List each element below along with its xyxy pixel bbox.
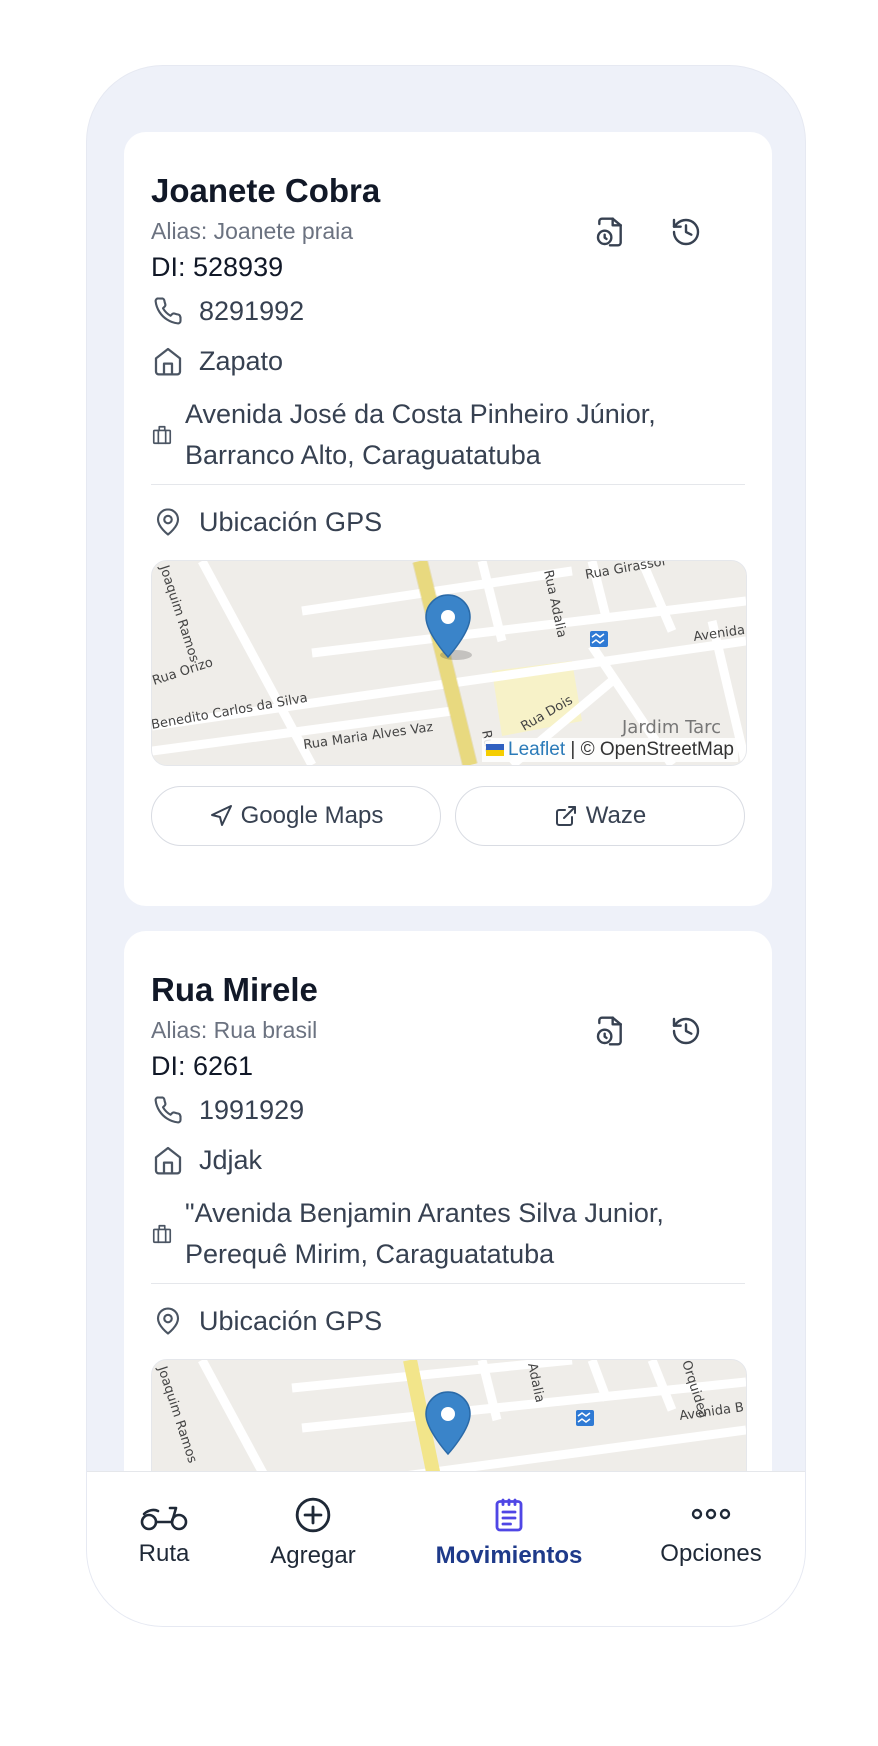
type-row: Zapato [151, 344, 283, 378]
file-clock-icon [596, 217, 622, 247]
bottom-navigation: Ruta Agregar Movimientos Opciones [87, 1471, 805, 1626]
map-tiles: Rua Girassol Rua Adalia Avenida Rua Oriz… [152, 561, 746, 765]
waterway-icon [576, 1410, 594, 1426]
nav-item-opciones[interactable]: Opciones [652, 1496, 770, 1568]
street-label: Jardim Tarc [621, 717, 721, 738]
building-icon [151, 1222, 175, 1246]
nav-label: Opciones [660, 1540, 762, 1567]
history-button[interactable] [666, 212, 706, 252]
nav-label: Agregar [270, 1542, 356, 1569]
nav-label: Movimientos [435, 1542, 583, 1569]
house-icon [151, 1143, 185, 1177]
timer-file-button[interactable] [590, 212, 630, 252]
timer-file-button[interactable] [590, 1011, 630, 1051]
phone-icon [151, 294, 185, 328]
navigation-arrow-icon [209, 804, 233, 828]
address-text: Avenida José da Costa Pinheiro Júnior, B… [185, 399, 656, 470]
building-icon [151, 423, 175, 447]
movements-list[interactable]: Joanete Cobra Alias: Joanete praia DI: 5… [87, 66, 805, 1472]
place-type: Jdjak [199, 1144, 263, 1175]
client-di: DI: 6261 [151, 1051, 254, 1081]
waze-button[interactable]: Waze [455, 786, 745, 846]
google-maps-button[interactable]: Google Maps [151, 786, 441, 846]
google-maps-label: Google Maps [240, 802, 384, 829]
gps-label: Ubicación GPS [199, 506, 383, 537]
client-name: Joanete Cobra [151, 172, 381, 209]
map-pin-icon [151, 1304, 185, 1338]
waze-label: Waze [585, 802, 647, 829]
osm-attribution: | © OpenStreetMap [565, 739, 734, 760]
client-di: DI: 528939 [151, 252, 284, 282]
address-text: "Avenida Benjamin Arantes Silva Junior, … [185, 1198, 664, 1269]
more-dots-icon [691, 1508, 731, 1520]
map-view[interactable]: Adalia Orquidea Avenida B Joaquim Ramos [151, 1359, 747, 1472]
nav-item-movimientos[interactable]: Movimientos [432, 1496, 586, 1570]
client-card: Joanete Cobra Alias: Joanete praia DI: 5… [124, 132, 772, 906]
place-type: Zapato [199, 345, 284, 376]
divider [151, 484, 745, 485]
client-name: Rua Mirele [151, 971, 318, 1008]
ukraine-flag-icon [486, 743, 505, 756]
divider [151, 1283, 745, 1284]
gps-row: Ubicación GPS [151, 505, 382, 539]
gps-label: Ubicación GPS [199, 1305, 383, 1336]
phone-frame: Joanete Cobra Alias: Joanete praia DI: 5… [87, 66, 805, 1626]
type-row: Jdjak [151, 1143, 262, 1177]
file-clock-icon [596, 1016, 622, 1046]
map-attribution: Leaflet | © OpenStreetMap [482, 738, 738, 762]
history-button[interactable] [666, 1011, 706, 1051]
phone-row[interactable]: 8291992 [151, 294, 304, 328]
phone-icon [151, 1093, 185, 1127]
leaflet-link[interactable]: Leaflet [508, 739, 565, 760]
navigation-buttons: Google Maps Waze [151, 786, 745, 846]
house-icon [151, 344, 185, 378]
map-pin-icon [151, 505, 185, 539]
nav-item-ruta[interactable]: Ruta [127, 1496, 201, 1568]
client-card: Rua Mirele Alias: Rua brasil DI: 6261 19… [124, 931, 772, 1472]
client-alias: Alias: Rua brasil [151, 1017, 318, 1043]
history-icon [672, 1017, 700, 1045]
plus-circle-icon [295, 1497, 331, 1533]
address-row: "Avenida Benjamin Arantes Silva Junior, … [151, 1193, 705, 1275]
external-link-icon [554, 804, 578, 828]
address-row: Avenida José da Costa Pinheiro Júnior, B… [151, 394, 705, 476]
clipboard-list-icon [495, 1498, 523, 1532]
nav-item-agregar[interactable]: Agregar [265, 1496, 361, 1570]
map-tiles: Adalia Orquidea Avenida B Joaquim Ramos [152, 1360, 746, 1472]
phone-row[interactable]: 1991929 [151, 1093, 304, 1127]
gps-row: Ubicación GPS [151, 1304, 382, 1338]
phone-number: 1991929 [199, 1094, 305, 1125]
map-view[interactable]: Rua Girassol Rua Adalia Avenida Rua Oriz… [151, 560, 747, 766]
phone-number: 8291992 [199, 295, 305, 326]
waterway-icon [590, 631, 608, 647]
nav-label: Ruta [138, 1540, 190, 1567]
history-icon [672, 218, 700, 246]
client-alias: Alias: Joanete praia [151, 218, 354, 244]
scooter-icon [140, 1506, 188, 1531]
